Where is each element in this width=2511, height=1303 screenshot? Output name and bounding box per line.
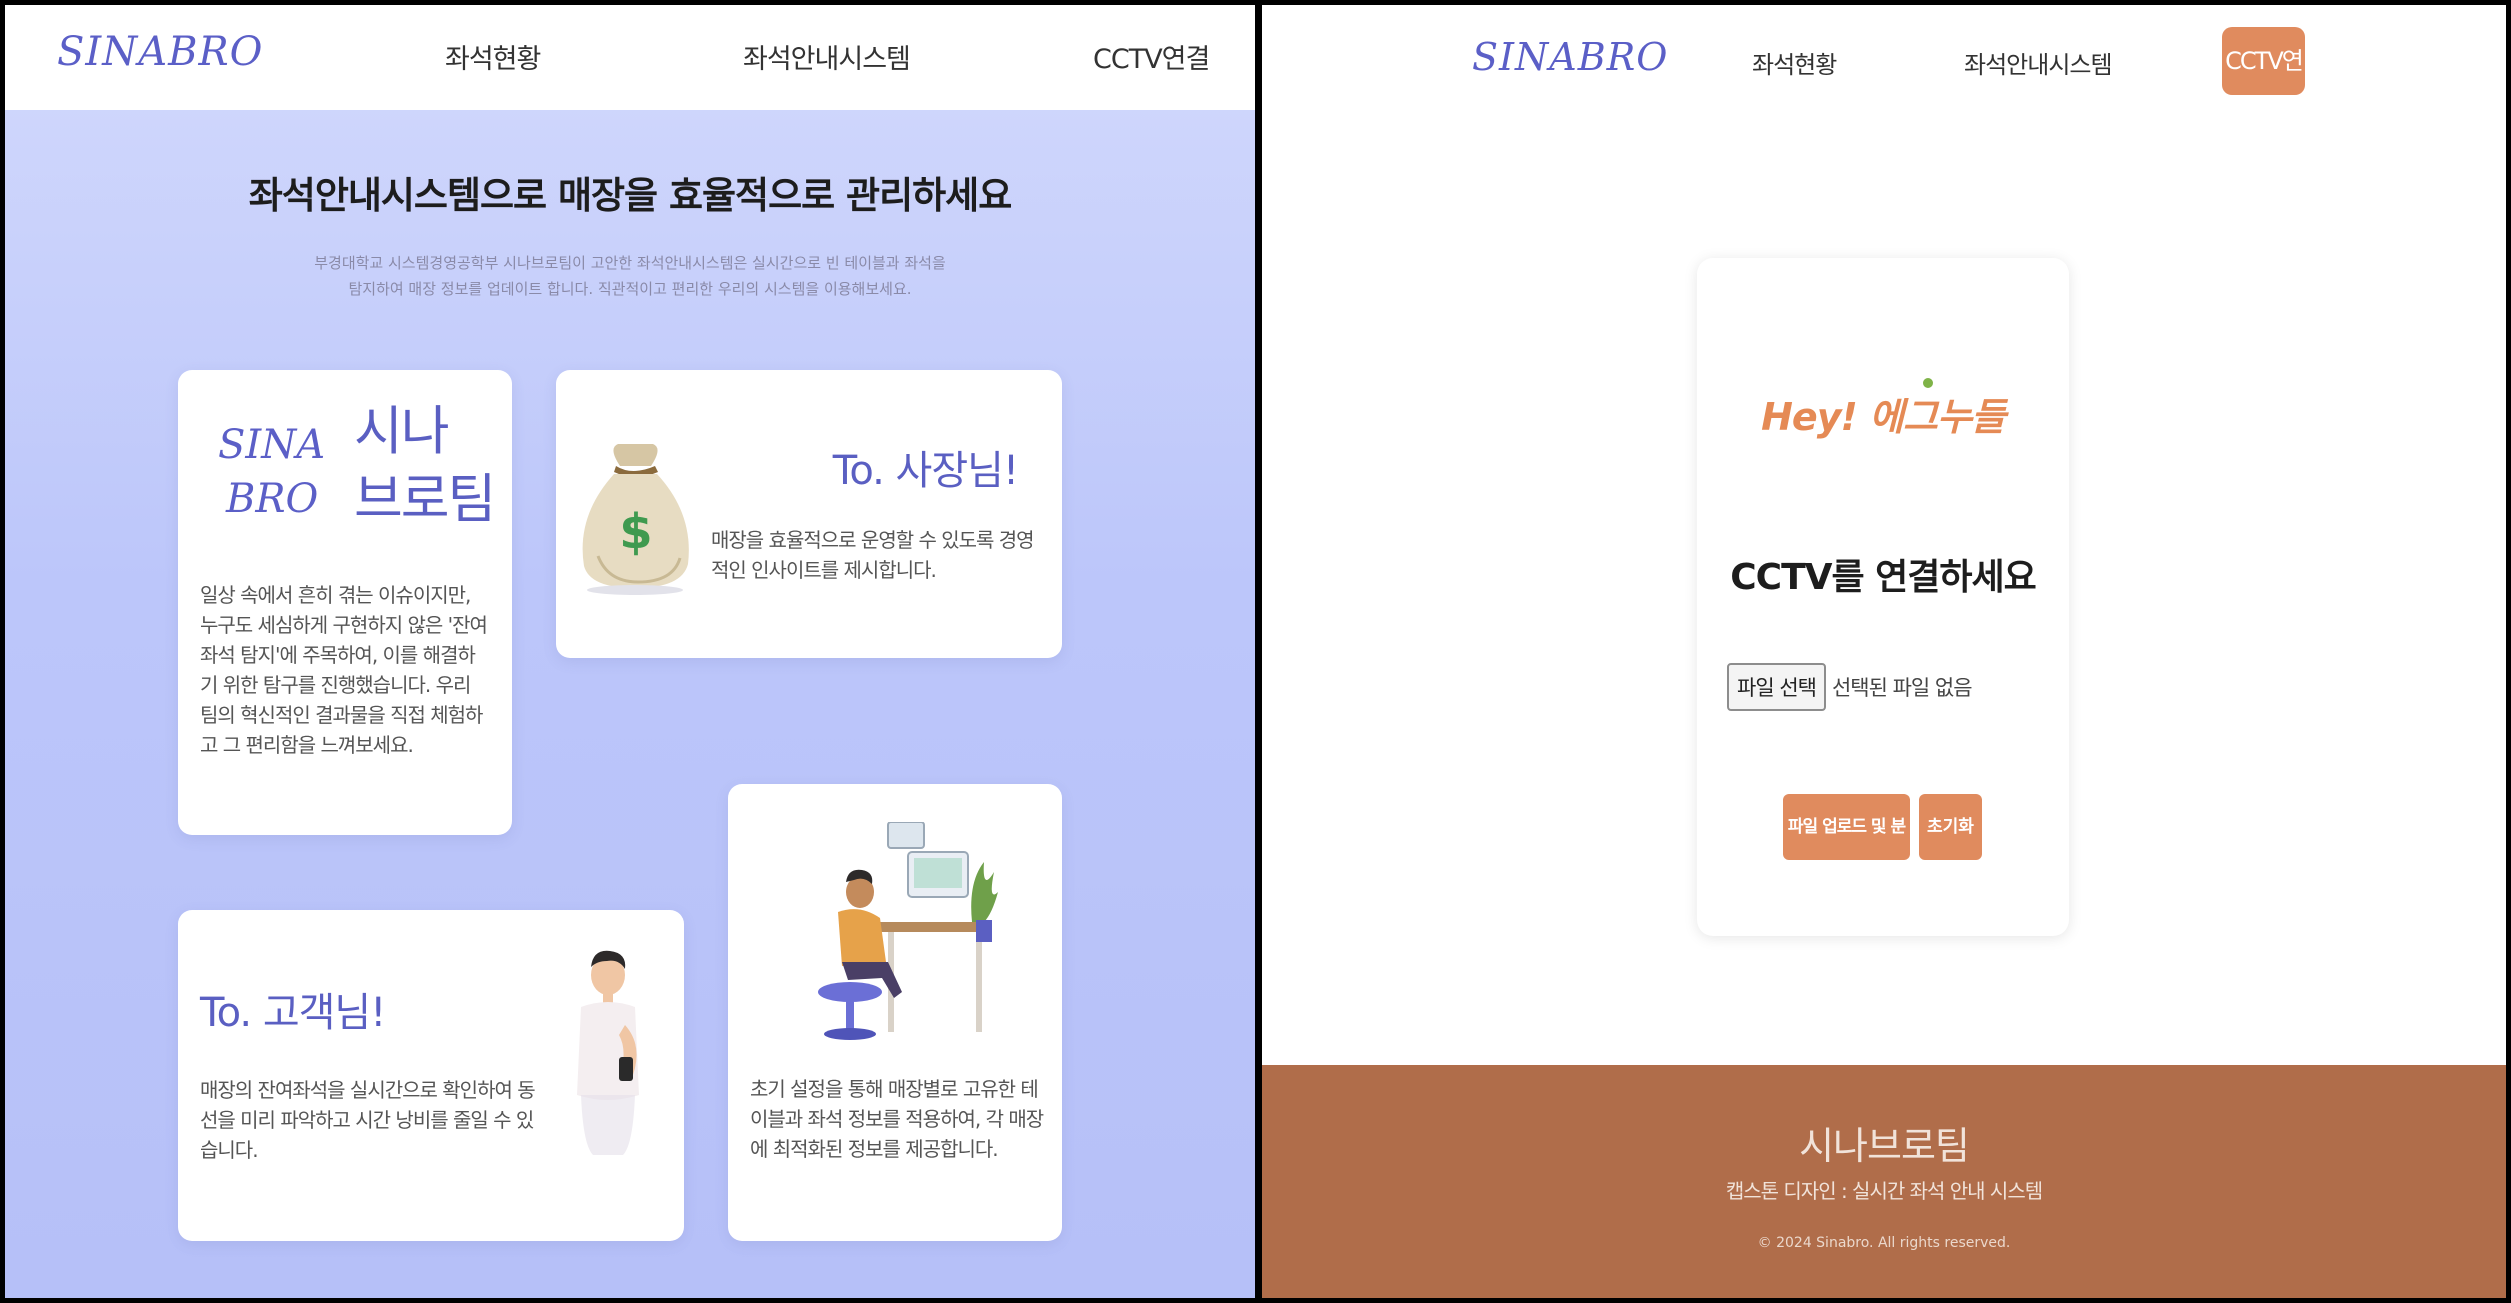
customer-card: To. 고객님! 매장의 잔여좌석을 실시간으로 확인하여 동선을 미리 파악하… <box>178 910 684 1241</box>
money-bag-icon: $ <box>582 444 689 595</box>
owner-card-description: 매장을 효율적으로 운영할 수 있도록 경영적인 인사이트를 제시합니다. <box>711 528 1035 582</box>
person-at-desk-illustration <box>818 822 998 1040</box>
hero-subtitle: 부경대학교 시스템경영공학부 시나브로팀이 고안한 좌석안내시스템은 실시간으로… <box>305 250 955 302</box>
customer-card-description: 매장의 잔여좌석을 실시간으로 확인하여 동선을 미리 파악하고 시간 낭비를 … <box>200 1078 536 1162</box>
team-name: 시나 브로팀 <box>354 398 496 534</box>
owner-card: $ To. 사장님! 매장을 효율적으로 운영할 수 있도록 경영적인 인사이트… <box>556 370 1062 658</box>
hey-eggnoodle-logo: Hey! 에그누들 <box>1761 395 2006 439</box>
footer-subtitle: 캡스톤 디자인 : 실시간 좌석 안내 시스템 <box>1725 1179 2043 1203</box>
upload-title: CCTV를 연결하세요 <box>1730 557 2037 598</box>
nav-cctv-connect[interactable]: CCTV연결 <box>1093 37 1210 76</box>
top-nav: SINABRO 좌석현황 좌석안내시스템 CCTV연결 <box>5 5 1255 110</box>
top-nav: SINABRO 좌석현황 좌석안내시스템 CCTV연결 <box>1262 5 2506 143</box>
hero-subtitle-line: 부경대학교 시스템경영공학부 시나브로팀이 고안한 좌석안내시스템은 실시간으로… <box>314 254 946 272</box>
team-logo-line: SINA <box>218 422 326 468</box>
nav-cctv-connect-active[interactable]: CCTV연결 <box>2222 27 2305 143</box>
setup-card-description: 초기 설정을 통해 매장별로 고유한 테이블과 좌석 정보를 적용하여, 각 매… <box>750 1077 1044 1161</box>
nav-seat-status[interactable]: 좌석현황 <box>1752 45 1837 80</box>
cctv-upload-card: Hey! 에그누들 CCTV를 연결하세요 파일 선택 선택된 파일 없음 파일 … <box>1697 258 2069 936</box>
team-name-line: 시나 <box>354 401 450 462</box>
team-card: SINA BRO 시나 브로팀 일상 속에서 흔히 겪는 이슈이지만, 누구도 … <box>178 370 512 835</box>
nav-seat-guide-system[interactable]: 좌석안내시스템 <box>1964 45 2113 80</box>
upload-analyze-button[interactable]: 파일 업로드 및 분석 <box>1783 794 1910 903</box>
person-with-phone-illustration <box>577 950 639 1155</box>
sinabro-logo[interactable]: SINABRO <box>1472 35 1668 79</box>
hero-title: 좌석안내시스템으로 매장을 효율적으로 관리하세요 <box>248 174 1013 217</box>
nav-seat-guide-system[interactable]: 좌석안내시스템 <box>743 37 911 76</box>
choose-file-button[interactable]: 파일 선택 <box>1727 663 1826 711</box>
hero-subtitle-line: 탐지하여 매장 정보를 업데이트 합니다. 직관적이고 편리한 우리의 시스템을… <box>348 280 912 298</box>
owner-card-title: To. 사장님! <box>832 448 1019 494</box>
cctv-page: SINABRO 좌석현황 좌석안내시스템 CCTV연결 Hey! 에그누들 CC… <box>1262 5 2506 1298</box>
landing-page: SINABRO 좌석현황 좌석안내시스템 CCTV연결 좌석안내시스템으로 매장… <box>5 5 1255 1298</box>
sinabro-logo[interactable]: SINABRO <box>57 29 263 75</box>
svg-text:$: $ <box>619 504 652 560</box>
file-status-text: 선택된 파일 없음 <box>1831 676 1973 700</box>
footer-title: 시나브로팀 <box>1799 1124 1970 1168</box>
team-logo-line: BRO <box>226 476 319 522</box>
team-description: 일상 속에서 흔히 겪는 이슈이지만, 누구도 세심하게 구현하지 않은 '잔여… <box>200 583 488 757</box>
footer-copyright: © 2024 Sinabro. All rights reserved. <box>1757 1235 2011 1251</box>
team-name-line: 브로팀 <box>354 469 496 530</box>
footer: 시나브로팀 캡스톤 디자인 : 실시간 좌석 안내 시스템 © 2024 Sin… <box>1262 1065 2506 1298</box>
setup-card: 초기 설정을 통해 매장별로 고유한 테이블과 좌석 정보를 적용하여, 각 매… <box>728 784 1062 1241</box>
file-input: 파일 선택 선택된 파일 없음 <box>1727 663 1973 711</box>
customer-card-title: To. 고객님! <box>200 990 386 1036</box>
reset-button[interactable]: 초기화 <box>1919 794 1982 860</box>
nav-seat-status[interactable]: 좌석현황 <box>445 37 541 76</box>
team-logo: SINA BRO <box>218 418 325 526</box>
